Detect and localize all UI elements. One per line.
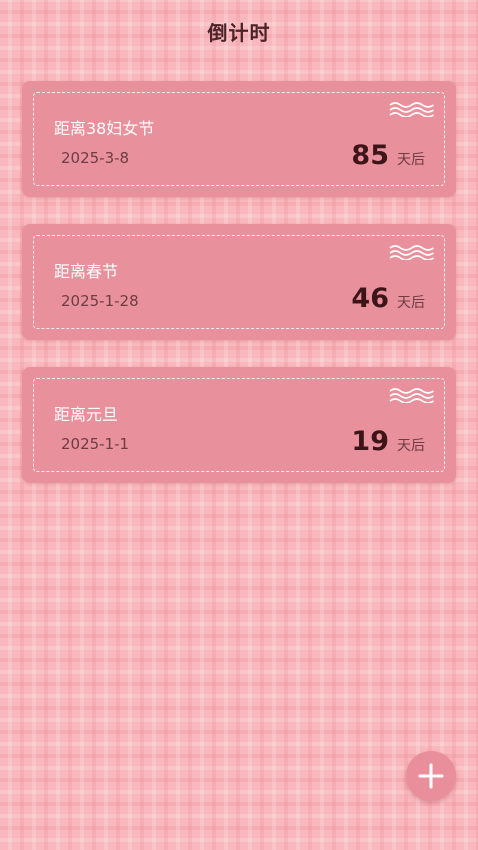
countdown-card[interactable]: 距离38妇女节 2025-3-8 85 天后 xyxy=(22,81,456,197)
wave-icon xyxy=(389,388,434,403)
days-number: 85 xyxy=(351,140,389,171)
countdown-card[interactable]: 距离元旦 2025-1-1 19 天后 xyxy=(22,367,456,483)
add-countdown-button[interactable] xyxy=(406,751,456,801)
days-unit: 天后 xyxy=(397,438,425,454)
wave-icon xyxy=(389,102,434,117)
countdown-card[interactable]: 距离春节 2025-1-28 46 天后 xyxy=(22,224,456,340)
app-header: 倒计时 xyxy=(0,0,478,62)
countdown-days-remaining: 19 天后 xyxy=(351,426,425,457)
wave-icon xyxy=(389,245,434,260)
countdown-name: 距离38妇女节 xyxy=(54,119,155,138)
card-dashed-border: 距离春节 2025-1-28 46 天后 xyxy=(33,235,445,329)
page-title: 倒计时 xyxy=(207,20,271,45)
days-number: 19 xyxy=(351,426,389,457)
countdown-date: 2025-3-8 xyxy=(61,149,130,167)
card-dashed-border: 距离38妇女节 2025-3-8 85 天后 xyxy=(33,92,445,186)
days-unit: 天后 xyxy=(397,152,425,168)
countdown-date: 2025-1-28 xyxy=(61,292,139,310)
countdown-date: 2025-1-1 xyxy=(61,435,130,453)
days-number: 46 xyxy=(351,283,389,314)
days-unit: 天后 xyxy=(397,295,425,311)
countdown-days-remaining: 46 天后 xyxy=(351,283,425,314)
countdown-name: 距离元旦 xyxy=(54,405,119,424)
card-dashed-border: 距离元旦 2025-1-1 19 天后 xyxy=(33,378,445,472)
plus-icon xyxy=(418,763,444,789)
countdown-days-remaining: 85 天后 xyxy=(351,140,425,171)
countdown-name: 距离春节 xyxy=(54,262,119,281)
